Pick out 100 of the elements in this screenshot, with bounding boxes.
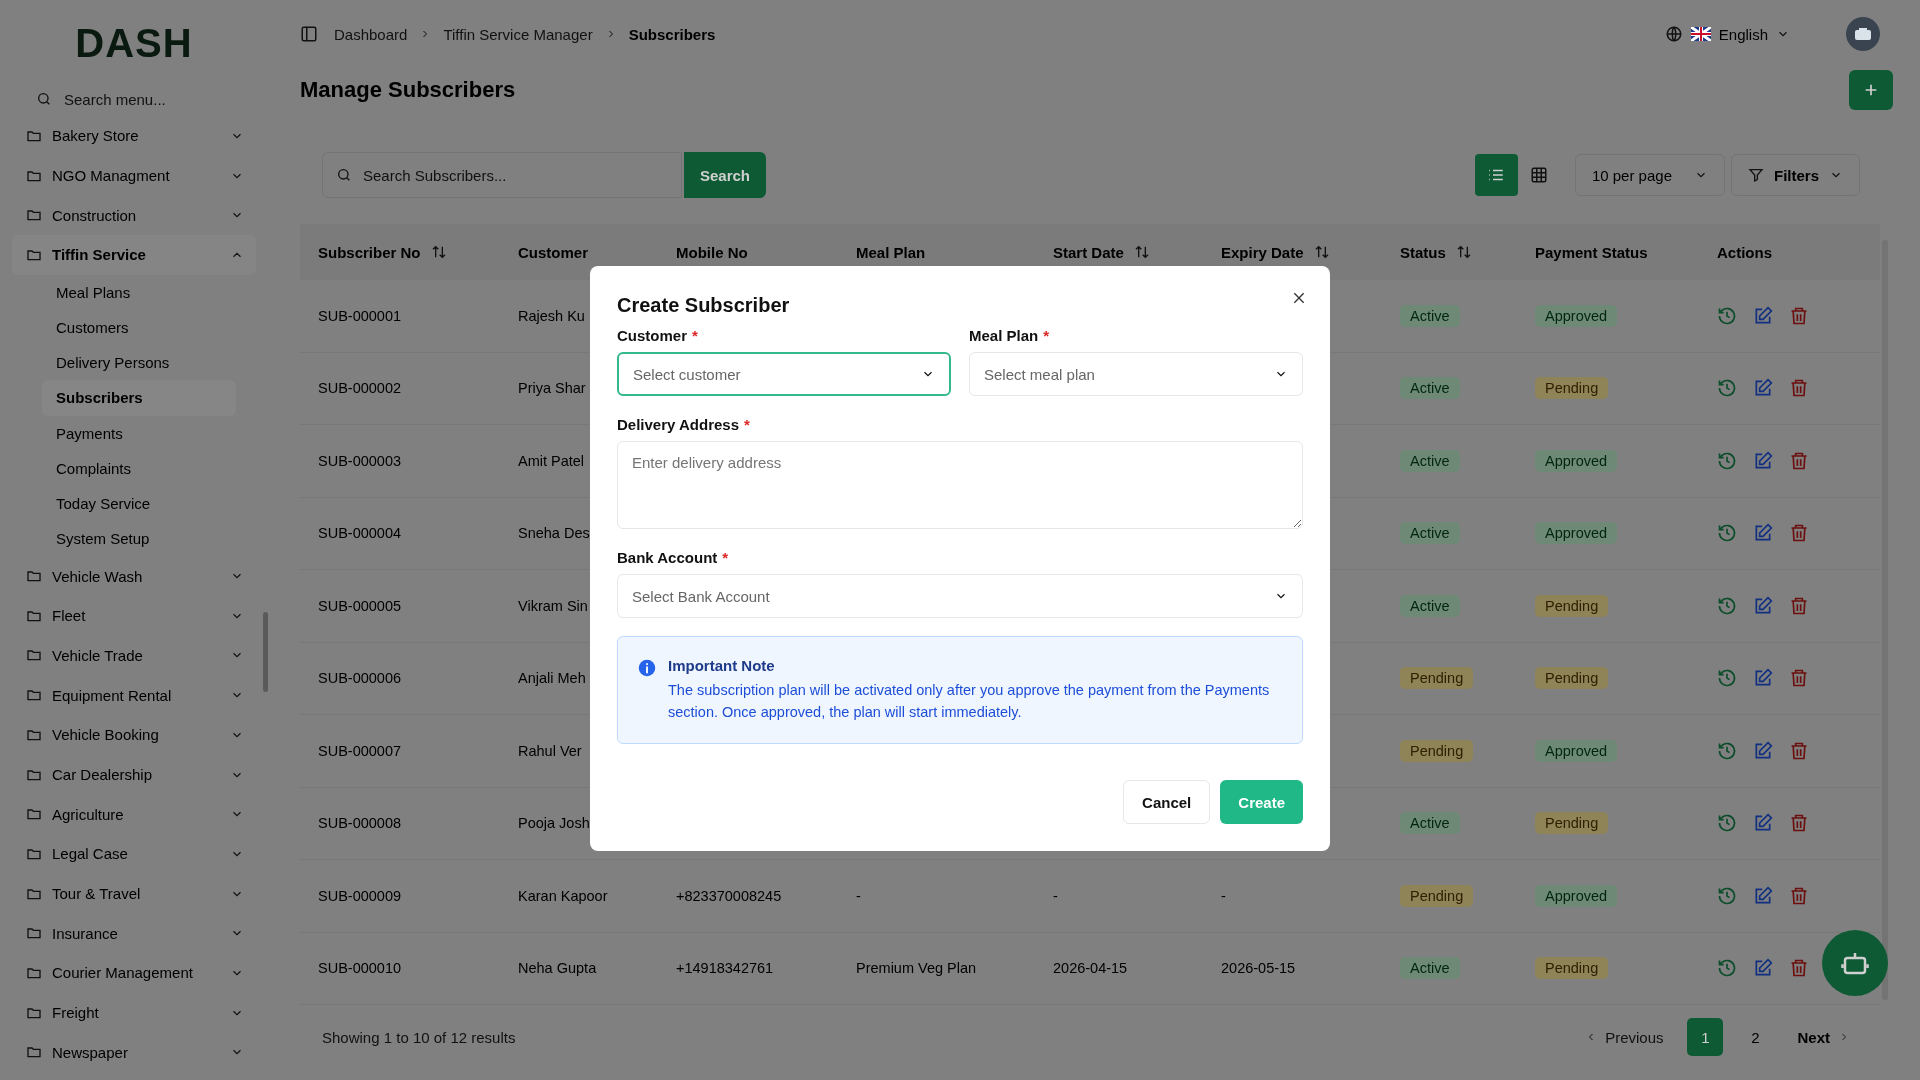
sidebar-item[interactable]: NGO Managment bbox=[12, 155, 256, 196]
filters-button[interactable]: Filters bbox=[1731, 154, 1860, 196]
sidebar-item[interactable]: Courier Management bbox=[12, 953, 256, 993]
column-header[interactable]: Expiry Date bbox=[1221, 243, 1304, 261]
breadcrumb-link[interactable]: Dashboard bbox=[334, 25, 408, 43]
sort-icon[interactable] bbox=[1455, 244, 1472, 260]
trash-icon[interactable] bbox=[1789, 740, 1809, 761]
edit-icon[interactable] bbox=[1753, 305, 1773, 326]
trash-icon[interactable] bbox=[1789, 885, 1809, 906]
search-field[interactable]: Search Subscribers... bbox=[322, 152, 682, 198]
select-field[interactable]: Select customer bbox=[617, 352, 951, 396]
edit-icon[interactable] bbox=[1753, 595, 1773, 616]
field-label: Meal Plan bbox=[969, 327, 1039, 344]
sidebar-item[interactable]: Legal Case bbox=[12, 834, 256, 874]
add-button[interactable] bbox=[1849, 70, 1893, 110]
sidebar-item[interactable]: Tour & Travel bbox=[12, 873, 256, 914]
table-cell: - bbox=[1053, 887, 1058, 904]
edit-icon[interactable] bbox=[1753, 813, 1773, 834]
sidebar-item[interactable]: Newspaper bbox=[12, 1032, 256, 1073]
address-field[interactable]: Enter delivery address bbox=[617, 441, 1303, 529]
history-icon[interactable] bbox=[1717, 740, 1737, 761]
trash-icon[interactable] bbox=[1789, 668, 1809, 689]
column-header: Mobile No bbox=[676, 243, 748, 261]
sidebar-item[interactable]: Car Dealership bbox=[12, 754, 256, 795]
view-toggle[interactable] bbox=[1474, 154, 1518, 196]
trash-icon[interactable] bbox=[1789, 523, 1809, 544]
chatbot-button[interactable] bbox=[1822, 930, 1888, 996]
history-icon[interactable] bbox=[1717, 958, 1737, 979]
sidebar-subitem[interactable]: Delivery Persons bbox=[42, 345, 236, 381]
sidebar-item[interactable]: Freight bbox=[12, 992, 256, 1033]
sidebar-subitem[interactable]: Complaints bbox=[42, 450, 236, 486]
per-page-select[interactable]: 10 per page bbox=[1574, 154, 1725, 196]
sidebar-item[interactable]: Vehicle Wash bbox=[12, 556, 256, 596]
history-icon[interactable] bbox=[1717, 305, 1737, 326]
sidebar-item[interactable]: Tiffin Service bbox=[12, 235, 256, 275]
history-icon[interactable] bbox=[1717, 885, 1737, 906]
required-mark: * bbox=[692, 327, 698, 344]
page-title: Manage Subscribers bbox=[300, 77, 516, 103]
trash-icon[interactable] bbox=[1789, 378, 1809, 399]
select-field[interactable]: Select Bank Account bbox=[617, 574, 1303, 618]
trash-icon[interactable] bbox=[1789, 813, 1809, 834]
breadcrumb-link[interactable]: Subscribers bbox=[628, 25, 716, 43]
menu-search-field[interactable]: Search menu... bbox=[62, 89, 216, 109]
sidebar-item[interactable]: Fleet bbox=[12, 595, 256, 636]
trash-icon[interactable] bbox=[1789, 305, 1809, 326]
edit-icon[interactable] bbox=[1753, 523, 1773, 544]
table-cell: Karan Kapoor bbox=[518, 887, 608, 904]
sidebar-item[interactable]: Agriculture bbox=[12, 794, 256, 835]
scrollbar[interactable] bbox=[263, 612, 268, 692]
sidebar-subitem[interactable]: Meal Plans bbox=[42, 274, 236, 310]
trash-icon[interactable] bbox=[1789, 958, 1809, 979]
previous-button[interactable]: Previous bbox=[1575, 1018, 1674, 1056]
edit-icon[interactable] bbox=[1753, 450, 1773, 471]
sidebar-subitem[interactable]: Today Service bbox=[42, 485, 236, 522]
sidebar-item[interactable]: Equipment Rental bbox=[12, 675, 256, 715]
globe-icon[interactable] bbox=[1664, 25, 1683, 43]
sidebar-item[interactable]: Bakery Store bbox=[12, 116, 256, 156]
scrollbar[interactable] bbox=[1882, 240, 1888, 1000]
history-icon[interactable] bbox=[1717, 595, 1737, 616]
sidebar-subitem[interactable]: Customers bbox=[42, 309, 236, 346]
edit-icon[interactable] bbox=[1753, 740, 1773, 761]
history-icon[interactable] bbox=[1717, 378, 1737, 399]
breadcrumb-link[interactable]: Tiffin Service Manager bbox=[443, 25, 593, 43]
sidebar-item[interactable]: Construction bbox=[12, 195, 256, 236]
sort-icon[interactable] bbox=[1133, 244, 1150, 260]
field-label: Customer bbox=[617, 327, 687, 344]
history-icon[interactable] bbox=[1717, 813, 1737, 834]
trash-icon[interactable] bbox=[1789, 595, 1809, 616]
search-button[interactable]: Search bbox=[684, 152, 766, 198]
cancel-button[interactable]: Cancel bbox=[1123, 780, 1211, 824]
history-icon[interactable] bbox=[1717, 450, 1737, 471]
history-icon[interactable] bbox=[1717, 668, 1737, 689]
history-icon[interactable] bbox=[1717, 523, 1737, 544]
column-header[interactable]: Subscriber No bbox=[318, 243, 421, 261]
edit-icon[interactable] bbox=[1753, 668, 1773, 689]
edit-icon[interactable] bbox=[1753, 885, 1773, 906]
sidebar-subitem[interactable]: System Setup bbox=[42, 521, 236, 557]
avatar[interactable] bbox=[1846, 17, 1880, 51]
sidebar-item[interactable]: Vehicle Trade bbox=[12, 635, 256, 676]
language-select[interactable]: English bbox=[1718, 25, 1768, 43]
sidebar-subitem[interactable]: Payments bbox=[42, 415, 236, 451]
sort-icon[interactable] bbox=[430, 244, 447, 260]
table-cell: SUB-000004 bbox=[318, 525, 402, 542]
info-icon bbox=[638, 659, 656, 677]
sidebar-item[interactable]: Vehicle Booking bbox=[12, 715, 256, 755]
sidebar-toggle-icon[interactable] bbox=[300, 25, 318, 43]
page-button[interactable]: 2 bbox=[1737, 1018, 1774, 1056]
column-header[interactable]: Status bbox=[1400, 243, 1446, 261]
column-header[interactable]: Start Date bbox=[1053, 243, 1124, 261]
select-field[interactable]: Select meal plan bbox=[969, 352, 1303, 396]
trash-icon[interactable] bbox=[1789, 450, 1809, 471]
logo: DASH bbox=[74, 19, 194, 67]
sidebar-subitem[interactable]: Subscribers bbox=[42, 380, 236, 416]
edit-icon[interactable] bbox=[1753, 958, 1773, 979]
next-button[interactable]: Next bbox=[1787, 1018, 1860, 1056]
page-button[interactable]: 1 bbox=[1687, 1018, 1724, 1056]
edit-icon[interactable] bbox=[1753, 378, 1773, 399]
table-cell: - bbox=[856, 887, 861, 904]
sort-icon[interactable] bbox=[1313, 244, 1330, 260]
sidebar-item[interactable]: Insurance bbox=[12, 913, 256, 954]
